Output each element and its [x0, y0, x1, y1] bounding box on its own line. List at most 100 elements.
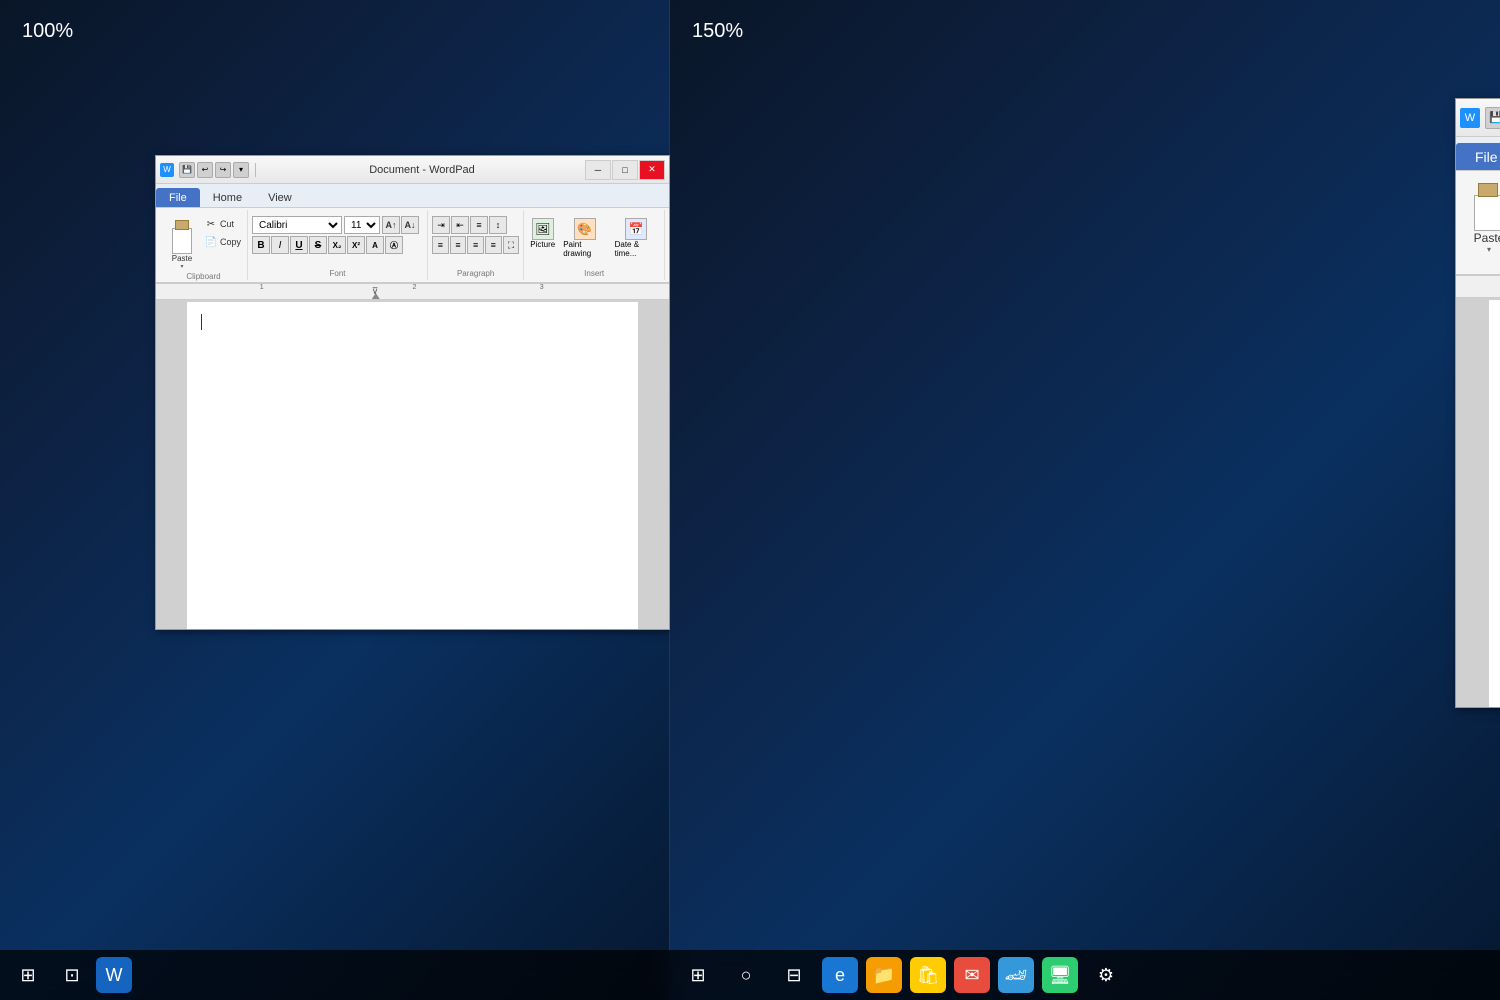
- underline-btn-small[interactable]: U: [290, 236, 308, 254]
- paste-button-large[interactable]: Paste ▾: [1464, 179, 1500, 256]
- highlight-btn-small[interactable]: Ⓐ: [385, 236, 403, 254]
- picture-btn-small[interactable]: 🖼 Picture: [528, 216, 557, 260]
- italic-btn-small[interactable]: I: [271, 236, 289, 254]
- right-panel: 150% W 💾 ↩ ↪ ▾ Document - WordPad ─ □ ✕ …: [670, 0, 1500, 1000]
- ruler-small: 1 2 3 ⊽: [156, 284, 669, 300]
- paragraph-label-small: Paragraph: [457, 269, 494, 278]
- paste-icon-large: [1468, 181, 1500, 231]
- start-btn-left[interactable]: ⊞: [8, 955, 48, 995]
- cut-button-small[interactable]: ✂ Cut: [202, 216, 243, 232]
- minimize-btn-small[interactable]: ─: [585, 160, 611, 180]
- font-row1-small: Calibri 11 A↑ A↓: [252, 216, 423, 234]
- align-justify-small[interactable]: ≡: [485, 236, 502, 254]
- cut-copy-group-small: ✂ Cut 📄 Copy: [202, 216, 243, 250]
- clipboard-content-small: Paste ▾ ✂ Cut 📄 Copy: [164, 212, 243, 272]
- undo-btn-small[interactable]: ↩: [197, 162, 213, 178]
- app-icon-small: W: [160, 163, 174, 177]
- tab-file-large[interactable]: File: [1456, 143, 1500, 170]
- explorer-btn[interactable]: 📁: [866, 957, 902, 993]
- paste-button-small[interactable]: Paste ▾: [164, 216, 200, 272]
- copy-label-small: Copy: [220, 237, 241, 247]
- ruler-large-el: 1 2 3 ⊽: [1456, 276, 1500, 298]
- search-btn-right[interactable]: ○: [726, 955, 766, 995]
- taskbar-right: ⊞ ○ ⊟ e 📁 🛍 ✉ 🏎 🖥 ⚙: [678, 955, 1492, 995]
- align-left-small[interactable]: ≡: [432, 236, 449, 254]
- wordpad-window-small: W 💾 ↩ ↪ ▾ Document - WordPad ─ □ ✕ File …: [155, 155, 670, 630]
- size-select-small[interactable]: 11: [344, 216, 380, 234]
- grow-btn-small[interactable]: A↑: [382, 216, 400, 234]
- quick-access-large: 💾 ↩ ↪ ▾: [1485, 107, 1500, 129]
- tab-home-small[interactable]: Home: [200, 188, 255, 207]
- cursor-small: [201, 314, 202, 330]
- insert-group-small: 🖼 Picture 🎨 Paint drawing 📅 Date & time.…: [524, 210, 665, 280]
- maximize-btn-small[interactable]: □: [612, 160, 638, 180]
- font-label-small: Font: [330, 269, 346, 278]
- ribbon-main-large: Paste ▾ ✂ Cut 📄 Copy: [1460, 173, 1500, 272]
- driver-btn[interactable]: 🏎: [998, 957, 1034, 993]
- document-area-large[interactable]: 1 2 3 ⊽: [1456, 276, 1500, 707]
- left-panel: 100% W 💾 ↩ ↪ ▾ Document - WordPad ─ □ ✕ …: [0, 0, 670, 1000]
- font-color-btn-small[interactable]: A: [366, 236, 384, 254]
- close-btn-small[interactable]: ✕: [639, 160, 665, 180]
- start-btn-right[interactable]: ⊞: [678, 955, 718, 995]
- subscript-btn-small[interactable]: X₂: [328, 236, 346, 254]
- save-btn-large[interactable]: 💾: [1485, 107, 1500, 129]
- font-row2-small: B I U S X₂ X² A Ⓐ: [252, 236, 423, 254]
- picture-label-small: Picture: [530, 240, 555, 249]
- task-view-btn-right[interactable]: ⊟: [774, 955, 814, 995]
- clipboard-content-large: Paste ▾ ✂ Cut 📄 Copy: [1464, 175, 1500, 261]
- indent-dec-small[interactable]: ⇤: [451, 216, 469, 234]
- indent-inc-small[interactable]: ⇥: [432, 216, 450, 234]
- para-row2-small: ≡ ≡ ≡ ≡ ⛶: [432, 236, 519, 254]
- font-content-small: Calibri 11 A↑ A↓ B I: [252, 212, 423, 254]
- datetime-label-small: Date & time...: [615, 240, 658, 258]
- wordpad-taskbar-left[interactable]: W: [96, 957, 132, 993]
- ruler-content-large: 1 2 3 ⊽: [1458, 276, 1500, 297]
- tab-file-small[interactable]: File: [156, 188, 200, 207]
- para-row1-small: ⇥ ⇤ ≡ ↕: [432, 216, 519, 234]
- save-btn-small[interactable]: 💾: [179, 162, 195, 178]
- align-center-small[interactable]: ≡: [450, 236, 467, 254]
- title-sep-small: [255, 163, 256, 177]
- datetime-btn-small[interactable]: 📅 Date & time...: [613, 216, 660, 260]
- document-page-small[interactable]: [187, 302, 638, 629]
- insert-label-small: Insert: [584, 269, 604, 278]
- paint-icon-small: 🎨: [574, 218, 596, 240]
- line-spacing-small[interactable]: ↕: [489, 216, 507, 234]
- left-zoom-label: 100%: [22, 20, 73, 43]
- paint-btn-small[interactable]: 🎨 Paint drawing: [561, 216, 608, 260]
- datetime-icon-small: 📅: [625, 218, 647, 240]
- paragraph-group-small: ⇥ ⇤ ≡ ↕ ≡ ≡ ≡ ≡ ⛶ Paragraph: [428, 210, 524, 280]
- customize-btn-small[interactable]: ▾: [233, 162, 249, 178]
- tab-view-small[interactable]: View: [255, 188, 305, 207]
- settings-btn[interactable]: ⚙: [1086, 955, 1126, 995]
- list-btn-small[interactable]: ≡: [470, 216, 488, 234]
- document-area-small[interactable]: 1 2 3 ⊽: [156, 284, 669, 629]
- task-view-btn-left[interactable]: ⊡: [52, 955, 92, 995]
- grow-btns-small: A↑ A↓: [382, 216, 419, 234]
- bold-btn-small[interactable]: B: [252, 236, 270, 254]
- redo-btn-small[interactable]: ↪: [215, 162, 231, 178]
- taskbar: ⊞ ⊡ W ⊞ ○ ⊟ e 📁 🛍 ✉ 🏎 🖥 ⚙: [0, 950, 1500, 1000]
- store-btn[interactable]: 🛍: [910, 957, 946, 993]
- cut-icon-small: ✂: [204, 217, 218, 231]
- ribbon-small: Paste ▾ ✂ Cut 📄 Copy: [156, 208, 669, 284]
- document-page-large[interactable]: [1489, 300, 1500, 707]
- para-settings-small[interactable]: ⛶: [503, 236, 520, 254]
- font-select-small[interactable]: Calibri: [252, 216, 342, 234]
- align-right-small[interactable]: ≡: [467, 236, 484, 254]
- quick-access-small: 💾 ↩ ↪ ▾: [179, 162, 249, 178]
- ribbon-main-small: Paste ▾ ✂ Cut 📄 Copy: [160, 210, 665, 280]
- copy-button-small[interactable]: 📄 Copy: [202, 234, 243, 250]
- shrink-btn-small[interactable]: A↓: [401, 216, 419, 234]
- mail-btn[interactable]: ✉: [954, 957, 990, 993]
- strikethrough-btn-small[interactable]: S: [309, 236, 327, 254]
- clipboard-group-large: Paste ▾ ✂ Cut 📄 Copy: [1460, 173, 1500, 272]
- title-text-small: Document - WordPad: [262, 164, 582, 176]
- display-btn[interactable]: 🖥: [1042, 957, 1078, 993]
- edge-btn[interactable]: e: [822, 957, 858, 993]
- clipboard-label-small: Clipboard: [186, 272, 220, 281]
- superscript-btn-small[interactable]: X²: [347, 236, 365, 254]
- paint-label-small: Paint drawing: [563, 240, 606, 258]
- ruler-content-small: 1 2 3 ⊽: [158, 284, 667, 299]
